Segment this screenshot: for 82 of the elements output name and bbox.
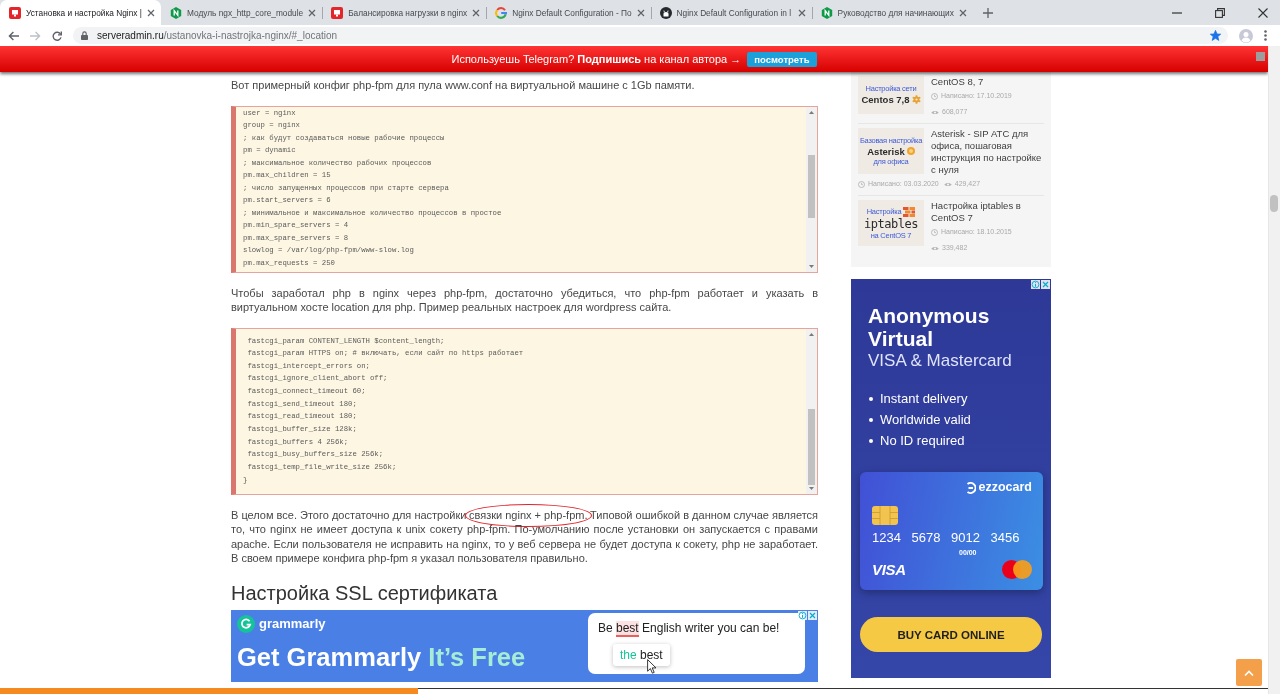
demo-sentence: Be best English writer you can be! <box>598 620 781 635</box>
ad-headline: Anonymous Virtual <box>867 304 991 350</box>
scrollbar-thumb[interactable] <box>808 408 815 485</box>
feature-text: Worldwide valid <box>880 412 971 427</box>
post-title-link[interactable]: CentOS 8, 7 <box>931 76 1044 88</box>
ad-headline: Get Grammarly It’s Free <box>237 642 526 671</box>
browser-tab[interactable]: Nginx Default Configuration - По <box>486 0 651 25</box>
feature-text: Instant delivery <box>880 391 968 406</box>
reload-icon[interactable] <box>52 30 62 41</box>
brand-name: ezzocard <box>978 481 1032 494</box>
close-icon[interactable] <box>308 8 317 17</box>
post-title-link[interactable]: Asterisk - SIP АТС для офиса, пошаговая инструкция по настройке с нуля <box>931 128 1044 176</box>
circle-icon <box>906 147 915 155</box>
eye-icon <box>943 181 952 187</box>
clock-icon <box>931 228 938 236</box>
suggestion-chip[interactable]: the best <box>613 643 670 666</box>
close-icon[interactable] <box>636 8 645 17</box>
clock-icon <box>858 180 865 188</box>
clock-icon <box>931 92 938 100</box>
browser-tab[interactable]: Модуль ngx_http_core_module <box>161 0 323 25</box>
chip-icon <box>872 506 898 525</box>
scrollbar-thumb[interactable] <box>1270 195 1278 212</box>
paragraph: В целом все. Этого достаточно для настройки связки nginx + php-fpm. Типовой ошибкой в данном случае является то, что nginx не имеет доступа к unix сокету php-fpm. По-умолчанию после установки он запускается с правами apache. Если пользователя не исправить на nginx, то у веб сервера не будет доступа к сокету, php не заработает. В своем примере конфига php-fpm я указал пользователя правильно. <box>231 507 818 566</box>
ring-logo-icon <box>495 6 508 19</box>
info-icon[interactable] <box>1031 280 1040 289</box>
scrollbar[interactable] <box>806 106 817 272</box>
close-icon[interactable] <box>472 8 481 17</box>
bullet-icon <box>869 396 873 401</box>
bullet-icon <box>869 438 873 443</box>
brand-name: grammarly <box>259 616 326 631</box>
logo-icon <box>237 614 255 633</box>
paragraph: Вот примерный конфиг php-fpm для пула www.conf на виртуальной машине с 1Gb памяти. <box>231 78 696 93</box>
caret-up-icon[interactable] <box>809 110 814 114</box>
square-logo-icon <box>9 6 21 19</box>
restore-icon[interactable] <box>1215 7 1225 18</box>
minimize-icon[interactable] <box>1172 11 1182 14</box>
disc-logo-icon <box>659 6 672 19</box>
browser-tab[interactable]: Nginx Default Configuration in l <box>650 0 812 25</box>
ad-banner[interactable]: grammarly Get Grammarly It’s Free Be best English writer you can be! the best <box>231 609 818 682</box>
browser-tab[interactable]: Установка и настройка Nginx | <box>0 0 161 25</box>
logo-icon <box>965 481 976 494</box>
close-icon[interactable] <box>147 8 155 17</box>
eye-icon <box>931 245 939 251</box>
arrow-left-icon[interactable] <box>8 30 19 41</box>
star-icon[interactable] <box>1210 30 1221 41</box>
bullet-icon <box>869 417 873 422</box>
plus-icon[interactable] <box>982 7 993 18</box>
feature-text: No ID required <box>880 433 965 448</box>
paragraph: Чтобы заработал php в nginx через php-fpm, достаточно убедиться, что php-fpm работает и указать в виртуальном хосте location для php. Пример реальных настроек для wordpress сайта. <box>231 285 818 315</box>
info-icon[interactable] <box>798 610 807 620</box>
scrollbar[interactable] <box>806 328 817 494</box>
brick-wall-icon <box>903 206 916 217</box>
browser-tab[interactable]: Балансировка нагрузки в nginx <box>322 0 487 25</box>
close-icon[interactable] <box>797 8 806 17</box>
caret-down-icon[interactable] <box>809 264 814 268</box>
close-icon[interactable] <box>1258 7 1268 18</box>
thumbnail-text: Asterisk <box>867 145 905 157</box>
close-icon[interactable] <box>958 8 967 17</box>
hexagon-logo-icon <box>170 6 182 19</box>
eye-icon <box>931 109 939 115</box>
gear-icon <box>911 95 921 104</box>
address-field[interactable]: serveradmin.ru/ustanovka-i-nastrojka-nginx/#_location <box>73 27 1228 44</box>
menu-icon[interactable] <box>1264 30 1267 41</box>
ad-subheadline: VISA & Mastercard <box>867 351 1013 371</box>
square-logo-icon <box>331 6 344 19</box>
card-number: 1234 5678 9012 3456 <box>872 531 1021 545</box>
caret-up-icon <box>1244 669 1254 676</box>
hexagon-logo-icon <box>820 6 833 19</box>
section-heading: Настройка SSL сертификата <box>231 580 499 605</box>
cursor-icon <box>647 658 657 674</box>
browser-tab[interactable]: Руководство для начинающих <box>811 0 973 25</box>
overlapping-circles-icon <box>1002 560 1032 579</box>
card-network: VISA <box>872 561 906 578</box>
banner-text: Используешь Telegram? Подпишись на канал автора → <box>451 53 742 65</box>
scrollbar[interactable] <box>1268 46 1280 694</box>
buy-button[interactable]: BUY CARD ONLINE <box>860 617 1042 652</box>
caret-up-icon[interactable] <box>809 332 814 336</box>
lock-icon <box>81 31 88 40</box>
thumbnail-text: Centos 7,8 <box>861 94 910 105</box>
post-title-link[interactable]: Настройка iptables в CentOS 7 <box>931 200 1044 224</box>
scrollbar-thumb[interactable] <box>808 154 815 218</box>
thumbnail-text: iptables <box>864 217 918 231</box>
